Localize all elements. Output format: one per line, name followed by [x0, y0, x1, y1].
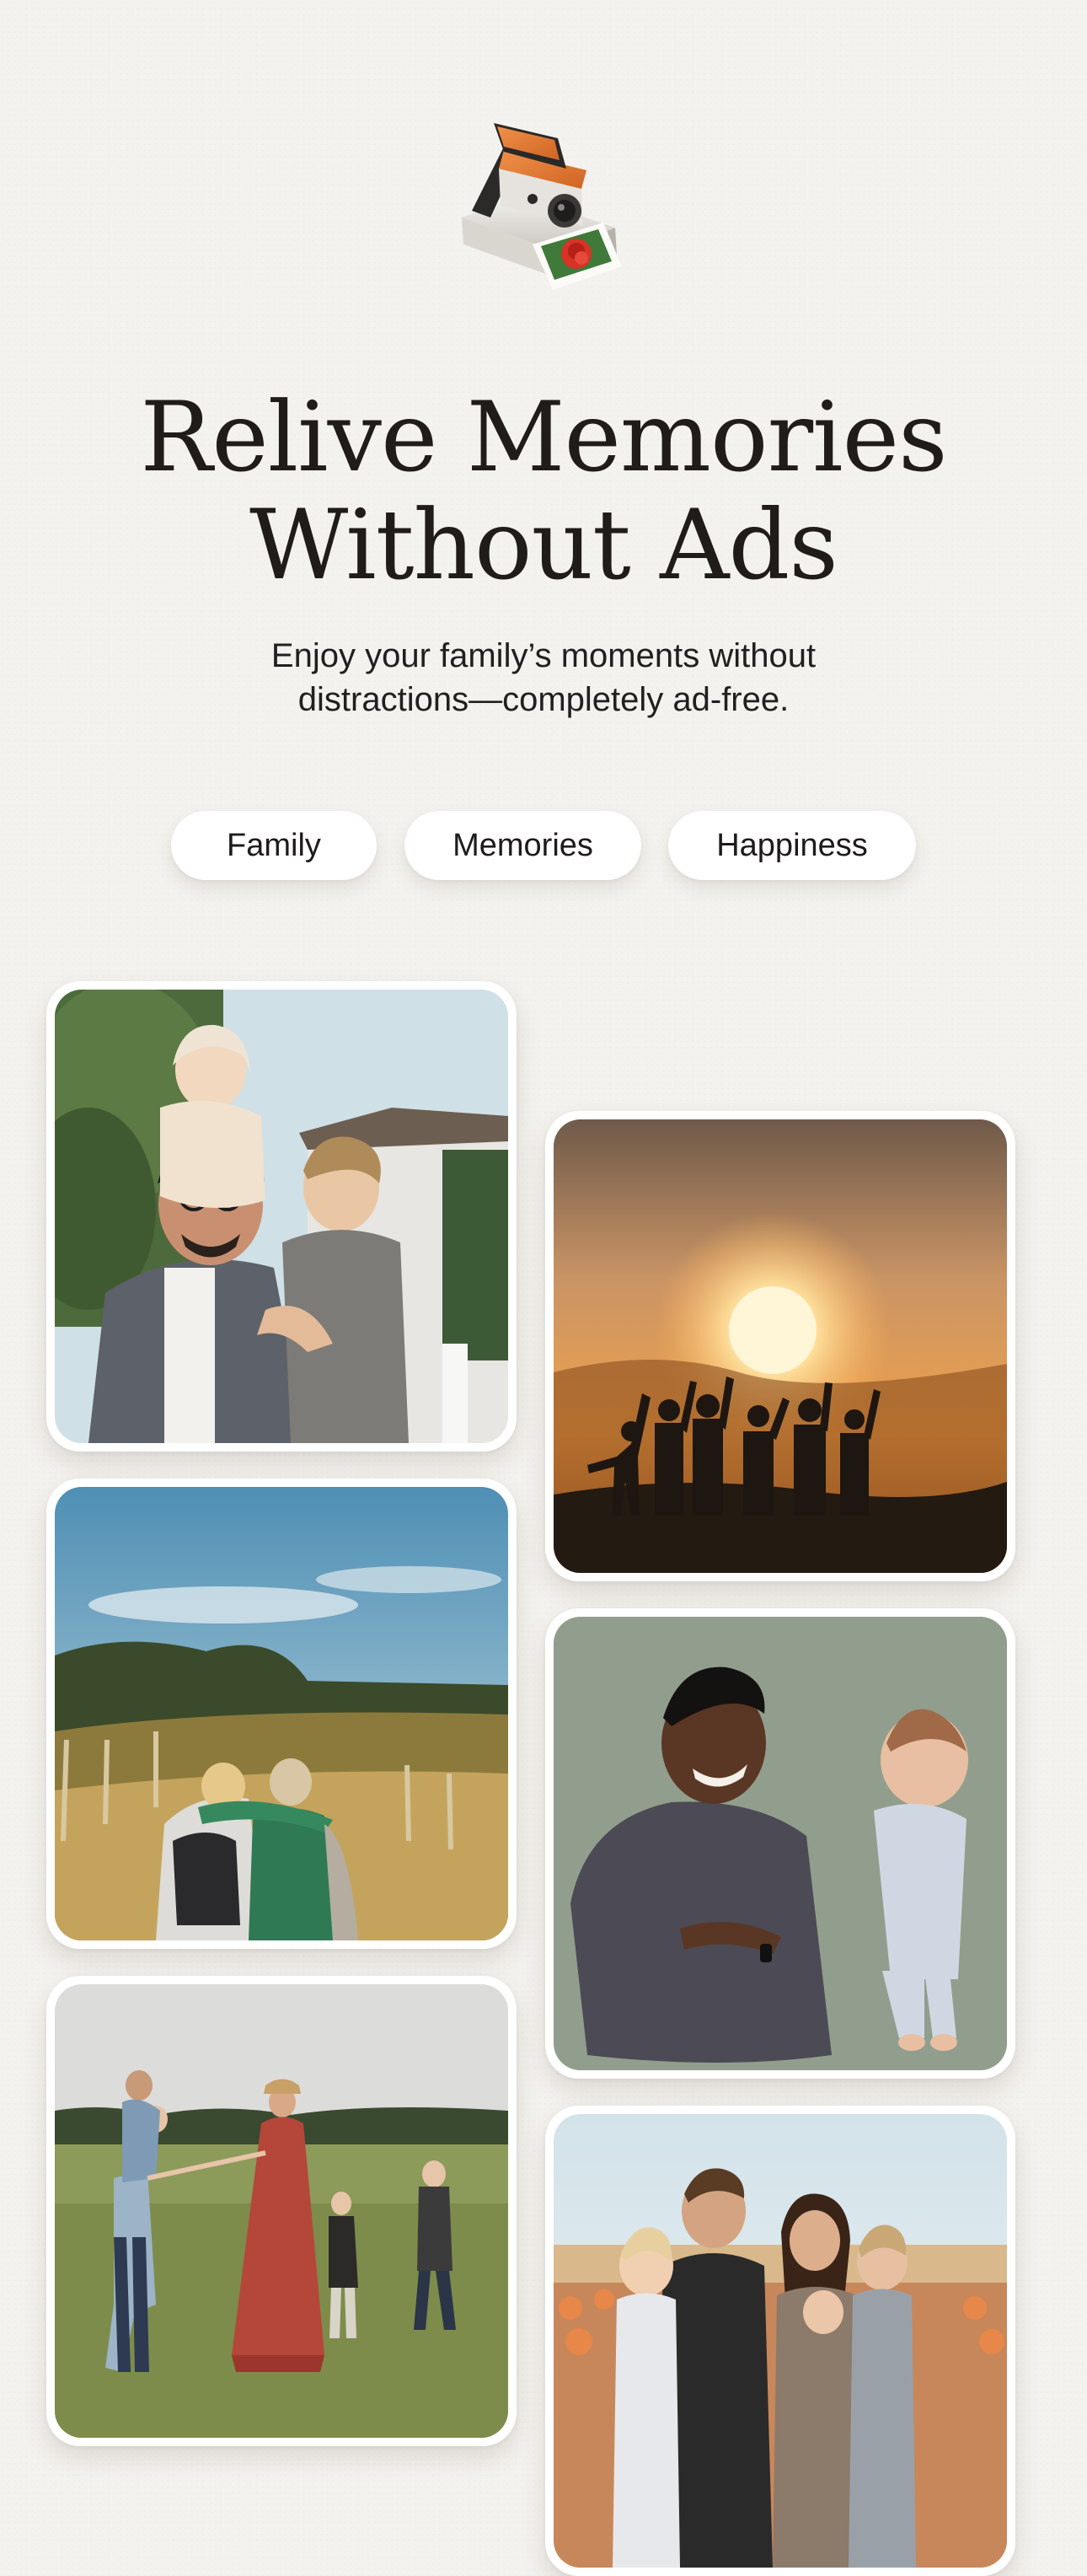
photo-card-family-field[interactable] — [46, 1976, 517, 2446]
page-subtitle: Enjoy your family’s moments without dist… — [0, 634, 1087, 722]
photo-card-family-portrait[interactable] — [545, 2106, 1015, 2576]
photo-family-portrait — [554, 2114, 1007, 2568]
photo-dad-with-baby — [554, 1617, 1007, 2070]
chip-happiness[interactable]: Happiness — [668, 811, 916, 880]
photo-card-couple-walking[interactable] — [46, 1479, 517, 1949]
photo-family-field — [55, 1984, 508, 2438]
title-line-2: Without Ads — [249, 489, 838, 601]
photo-card-sunset-friends[interactable] — [545, 1111, 1015, 1581]
photo-dad-with-kids — [55, 990, 508, 1443]
title-line-1: Relive Memories — [140, 381, 947, 493]
subtitle-line-2: distractions—completely ad-free. — [297, 681, 790, 718]
photo-card-dad-with-baby[interactable] — [545, 1608, 1015, 2079]
chip-memories[interactable]: Memories — [404, 811, 641, 880]
page-title: Relive Memories Without Ads — [0, 384, 1087, 599]
photo-sunset-friends — [554, 1119, 1007, 1573]
instant-camera-icon — [455, 118, 632, 312]
tag-chips: Family Memories Happiness — [0, 811, 1087, 880]
photo-couple-walking — [55, 1487, 508, 1940]
chip-family[interactable]: Family — [171, 811, 377, 880]
subtitle-line-1: Enjoy your family’s moments without — [270, 637, 817, 674]
photo-card-dad-with-kids[interactable] — [46, 981, 517, 1452]
